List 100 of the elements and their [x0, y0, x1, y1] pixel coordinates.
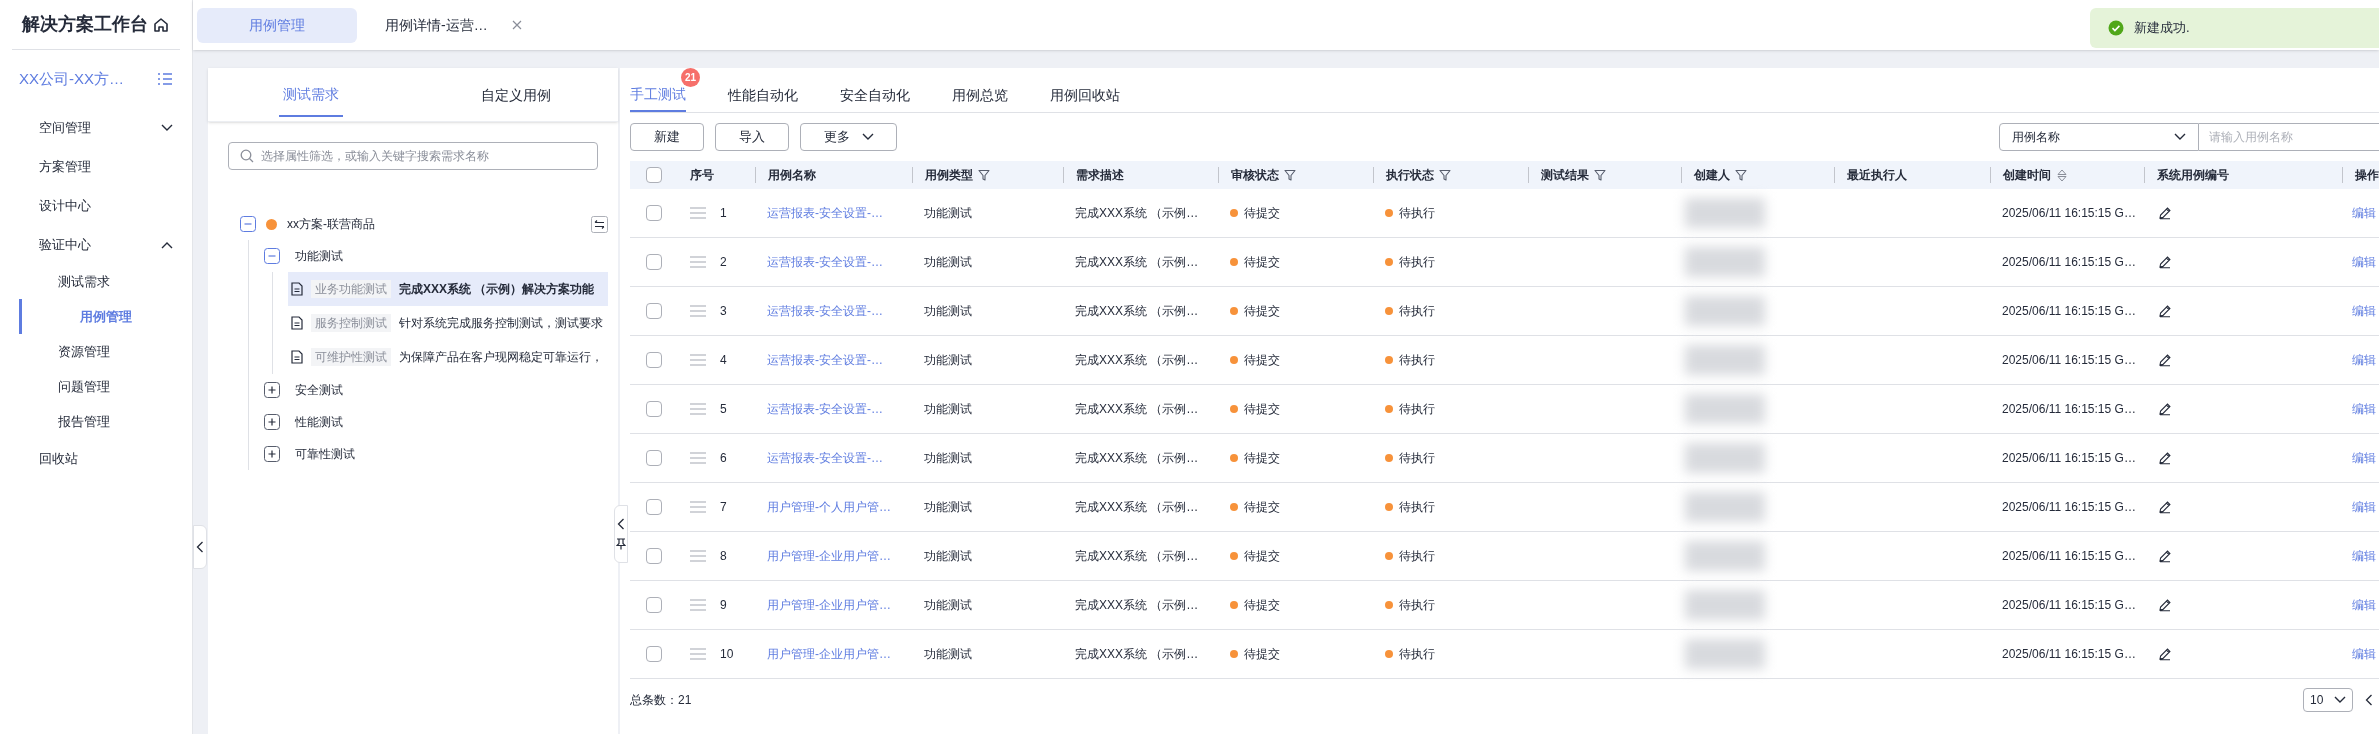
chevron-left-icon[interactable]: [617, 518, 625, 530]
edit-link[interactable]: 编辑: [2352, 598, 2376, 612]
toolbar-button[interactable]: 导入: [715, 123, 789, 151]
drag-handle-icon[interactable]: [690, 403, 706, 415]
case-name-link[interactable]: 运营报表-安全设置-…: [767, 451, 883, 465]
chevron-down-icon[interactable]: [2334, 696, 2346, 704]
edit-link[interactable]: 编辑: [2352, 402, 2376, 416]
search-scope-select[interactable]: 用例名称: [1999, 123, 2199, 151]
home-icon[interactable]: [152, 15, 170, 34]
tree-leaf[interactable]: 服务控制测试 针对系统完成服务控制测试，测试要求: [288, 306, 608, 340]
tree-node[interactable]: 安全测试: [295, 381, 343, 399]
pencil-icon[interactable]: [2158, 304, 2172, 318]
drag-handle-icon[interactable]: [690, 648, 706, 660]
tree-leaf[interactable]: 可维护性测试 为保障产品在客户现网稳定可靠运行，: [288, 340, 608, 374]
pencil-icon[interactable]: [2158, 549, 2172, 563]
drag-handle-icon[interactable]: [690, 354, 706, 366]
pencil-icon[interactable]: [2158, 647, 2172, 661]
pencil-icon[interactable]: [2158, 255, 2172, 269]
tree-node[interactable]: 性能测试: [295, 413, 343, 431]
case-search-field[interactable]: 请输入用例名称: [2199, 123, 2379, 151]
checkbox[interactable]: [646, 548, 662, 564]
checkbox[interactable]: [646, 401, 662, 417]
nav-item[interactable]: 方案管理: [0, 147, 192, 186]
chevron-down-icon[interactable]: [161, 123, 173, 132]
drag-handle-icon[interactable]: [690, 256, 706, 268]
filter-icon[interactable]: [1284, 169, 1296, 181]
checkbox[interactable]: [646, 450, 662, 466]
drag-handle-icon[interactable]: [690, 452, 706, 464]
panel-collapse-handle[interactable]: [614, 505, 628, 563]
drag-handle-icon[interactable]: [690, 599, 706, 611]
close-icon[interactable]: [511, 20, 522, 30]
filter-icon[interactable]: [1594, 169, 1606, 181]
checkbox[interactable]: [646, 167, 662, 183]
filter-icon[interactable]: [1439, 169, 1451, 181]
checkbox[interactable]: [646, 303, 662, 319]
nav-item[interactable]: 设计中心: [0, 186, 192, 225]
page-size-select[interactable]: 10: [2303, 688, 2353, 712]
nav-subitem[interactable]: 用例管理: [19, 299, 192, 334]
case-tab[interactable]: 用例回收站: [1050, 78, 1120, 112]
edit-link[interactable]: 编辑: [2352, 206, 2376, 220]
edit-link[interactable]: 编辑: [2352, 304, 2376, 318]
nav-item[interactable]: 空间管理: [0, 108, 192, 147]
tree-leaf[interactable]: 业务功能测试 完成XXX系统 （示例）解决方案功能: [288, 272, 608, 306]
tree-node[interactable]: 可靠性测试: [295, 445, 355, 463]
case-tab[interactable]: 用例总览: [952, 78, 1008, 112]
edit-link[interactable]: 编辑: [2352, 255, 2376, 269]
panel-tab[interactable]: 自定义用例: [476, 73, 555, 117]
nav-subitem[interactable]: 测试需求: [0, 264, 192, 299]
case-tab[interactable]: 性能自动化: [728, 78, 798, 112]
nav-subitem[interactable]: 报告管理: [0, 404, 192, 439]
sidebar-collapse-handle[interactable]: [193, 525, 207, 569]
checkbox[interactable]: [646, 254, 662, 270]
tree-node[interactable]: xx方案-联营商品: [287, 215, 581, 233]
tree-node[interactable]: 功能测试: [295, 247, 343, 265]
checkbox[interactable]: [646, 499, 662, 515]
case-tab[interactable]: 安全自动化: [840, 78, 910, 112]
case-name-link[interactable]: 运营报表-安全设置-…: [767, 402, 883, 416]
nav-item[interactable]: 验证中心: [0, 225, 192, 264]
search-field[interactable]: 选择属性筛选，或输入关键字搜索需求名称: [228, 142, 598, 170]
chevron-up-icon[interactable]: [161, 240, 173, 249]
sort-icon[interactable]: [2056, 168, 2068, 182]
chevron-left-icon[interactable]: [2365, 694, 2373, 706]
nav-subitem[interactable]: 问题管理: [0, 369, 192, 404]
toolbar-button[interactable]: 更多: [800, 123, 897, 151]
pencil-icon[interactable]: [2158, 353, 2172, 367]
pencil-icon[interactable]: [2158, 500, 2172, 514]
case-name-link[interactable]: 用户管理-企业用户管…: [767, 549, 891, 563]
case-name-link[interactable]: 用户管理-个人用户管…: [767, 500, 891, 514]
checkbox[interactable]: [646, 597, 662, 613]
chevron-left-icon[interactable]: [196, 541, 204, 553]
case-name-link[interactable]: 运营报表-安全设置-…: [767, 206, 883, 220]
expand-icon[interactable]: [264, 382, 280, 398]
checkbox[interactable]: [646, 352, 662, 368]
pin-icon[interactable]: [616, 538, 626, 550]
drag-handle-icon[interactable]: [690, 550, 706, 562]
edit-link[interactable]: 编辑: [2352, 353, 2376, 367]
nav-subitem[interactable]: 资源管理: [0, 334, 192, 369]
menu-icon[interactable]: [157, 72, 173, 86]
edit-link[interactable]: 编辑: [2352, 500, 2376, 514]
edit-link[interactable]: 编辑: [2352, 647, 2376, 661]
collapse-icon[interactable]: [240, 216, 256, 232]
checkbox[interactable]: [646, 646, 662, 662]
filter-icon[interactable]: [978, 169, 990, 181]
pencil-icon[interactable]: [2158, 206, 2172, 220]
case-name-link[interactable]: 用户管理-企业用户管…: [767, 598, 891, 612]
project-name[interactable]: XX公司-XX方…: [19, 67, 124, 91]
page-tab[interactable]: 用例详情-运营…: [369, 7, 538, 43]
filter-icon[interactable]: [1735, 169, 1747, 181]
pencil-icon[interactable]: [2158, 598, 2172, 612]
nav-item[interactable]: 回收站: [0, 439, 192, 478]
edit-link[interactable]: 编辑: [2352, 451, 2376, 465]
edit-link[interactable]: 编辑: [2352, 549, 2376, 563]
collapse-icon[interactable]: [264, 248, 280, 264]
case-name-link[interactable]: 运营报表-安全设置-…: [767, 353, 883, 367]
panel-tab[interactable]: 测试需求: [278, 73, 343, 117]
pencil-icon[interactable]: [2158, 402, 2172, 416]
case-name-link[interactable]: 运营报表-安全设置-…: [767, 255, 883, 269]
toolbar-button[interactable]: 新建: [630, 123, 704, 151]
drag-handle-icon[interactable]: [690, 207, 706, 219]
swap-icon[interactable]: [591, 215, 608, 233]
